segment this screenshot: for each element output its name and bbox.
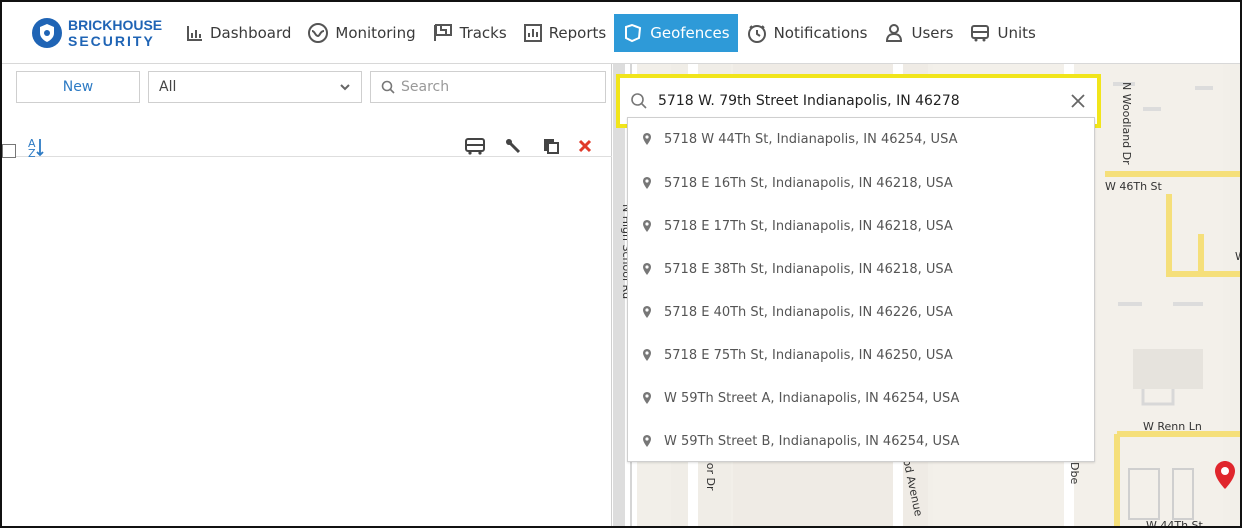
globe-icon (308, 23, 329, 43)
location-pin-icon (643, 133, 651, 145)
map-marker-icon[interactable] (1214, 460, 1236, 490)
list-tools (464, 136, 593, 156)
suggestion-text: W 59Th Street A, Indianapolis, IN 46254,… (664, 390, 960, 406)
location-pin-icon (643, 435, 651, 447)
nav-item-dashboard[interactable]: Dashboard (178, 14, 299, 52)
nav-item-users[interactable]: Users (875, 14, 961, 52)
suggestion-item[interactable]: 5718 E 40Th St, Indianapolis, IN 46226, … (628, 294, 1094, 330)
nav-label: Reports (548, 24, 607, 42)
svg-text:Z: Z (28, 147, 36, 159)
geofence-icon (625, 23, 642, 43)
group-filter-value: All (159, 79, 177, 95)
nav-item-geofences[interactable]: Geofences (614, 14, 738, 52)
top-navigation-bar: BRICKHOUSE SECURITY Dashboard Monitoring (2, 2, 1240, 64)
location-pin-icon (643, 349, 651, 361)
sort-az-icon[interactable]: A Z (24, 135, 48, 159)
search-icon (381, 80, 395, 94)
new-geofence-button[interactable]: New (16, 71, 140, 103)
location-pin-icon (643, 177, 651, 189)
street-label-woodland: N Woodland Dr (1120, 82, 1133, 165)
search-placeholder: Search (401, 79, 450, 95)
user-icon (886, 24, 903, 42)
location-pin-icon (643, 263, 651, 275)
nav-label: Monitoring (335, 24, 416, 42)
brand-top-text: BRICKHOUSE (68, 17, 163, 33)
street-label-w44th: W 44Th St (1146, 519, 1203, 528)
suggestion-item[interactable]: 5718 W 44Th St, Indianapolis, IN 46254, … (628, 121, 1094, 157)
nav-item-tracks[interactable]: Tracks (424, 14, 515, 52)
suggestion-item[interactable]: 5718 E 17Th St, Indianapolis, IN 46218, … (628, 208, 1094, 244)
geofence-list-panel: New All Search A Z (2, 64, 612, 526)
nav-label: Geofences (650, 24, 730, 42)
suggestion-text: 5718 E 38Th St, Indianapolis, IN 46218, … (664, 261, 953, 277)
suggestion-text: 5718 E 16Th St, Indianapolis, IN 46218, … (664, 175, 953, 191)
suggestion-text: 5718 E 75Th St, Indianapolis, IN 46250, … (664, 347, 953, 363)
select-all-checkbox[interactable] (2, 144, 16, 158)
nav-item-reports[interactable]: Reports (515, 14, 615, 52)
street-label-dbe: Dbe (1068, 462, 1081, 485)
suggestion-item[interactable]: W 59Th Street A, Indianapolis, IN 46254,… (628, 380, 1094, 416)
nav-label: Units (997, 24, 1036, 42)
geofence-search-input[interactable]: Search (370, 71, 606, 103)
search-icon (631, 93, 647, 109)
location-pin-icon (643, 306, 651, 318)
delete-icon[interactable] (577, 138, 593, 154)
location-pin-icon (643, 392, 651, 404)
street-label-w: W (1235, 250, 1240, 263)
location-pin-icon (643, 220, 651, 232)
group-filter-select[interactable]: All (148, 71, 362, 103)
nav-item-notifications[interactable]: Notifications (738, 14, 876, 52)
nav-label: Dashboard (210, 24, 292, 42)
suggestion-item[interactable]: W 59Th Street B, Indianapolis, IN 46254,… (628, 423, 1094, 459)
bar-chart-icon (187, 26, 202, 41)
street-label-w-renn: W Renn Ln (1143, 420, 1202, 433)
app-window: BRICKHOUSE SECURITY Dashboard Monitoring (0, 0, 1242, 528)
main-nav: Dashboard Monitoring Tracks Reports Geof… (178, 14, 1044, 52)
shield-icon (32, 18, 62, 48)
brand-text: BRICKHOUSE SECURITY (68, 17, 162, 49)
suggestion-text: 5718 W 44Th St, Indianapolis, IN 46254, … (664, 131, 958, 147)
wrench-icon[interactable] (503, 136, 525, 156)
nav-label: Users (911, 24, 954, 42)
suggestion-text: 5718 E 40Th St, Indianapolis, IN 46226, … (664, 304, 953, 320)
chevron-down-icon (340, 84, 350, 91)
nav-label: Tracks (459, 24, 507, 42)
suggestion-item[interactable]: 5718 E 75Th St, Indianapolis, IN 46250, … (628, 337, 1094, 373)
bus-icon[interactable] (464, 136, 486, 156)
suggestion-item[interactable]: 5718 E 16Th St, Indianapolis, IN 46218, … (628, 165, 1094, 201)
nav-label: Notifications (773, 24, 868, 42)
report-icon (523, 24, 542, 42)
street-label-w46th: W 46Th St (1105, 180, 1162, 193)
suggestion-item[interactable]: 5718 E 38Th St, Indianapolis, IN 46218, … (628, 251, 1094, 287)
checkered-flag-icon (433, 24, 452, 41)
clock-icon (747, 25, 766, 43)
nav-item-monitoring[interactable]: Monitoring (299, 14, 423, 52)
address-suggestions-dropdown: 5718 W 44Th St, Indianapolis, IN 46254, … (627, 117, 1095, 462)
brand-logo[interactable]: BRICKHOUSE SECURITY (32, 17, 162, 49)
close-icon[interactable] (1069, 92, 1087, 110)
copy-icon[interactable] (542, 137, 560, 155)
address-search-input[interactable] (658, 93, 1059, 109)
bus-icon (971, 25, 990, 42)
suggestion-text: 5718 E 17Th St, Indianapolis, IN 46218, … (664, 218, 953, 234)
brand-bottom-text: SECURITY (68, 33, 155, 49)
nav-item-units[interactable]: Units (961, 14, 1043, 52)
suggestion-text: W 59Th Street B, Indianapolis, IN 46254,… (664, 433, 960, 449)
